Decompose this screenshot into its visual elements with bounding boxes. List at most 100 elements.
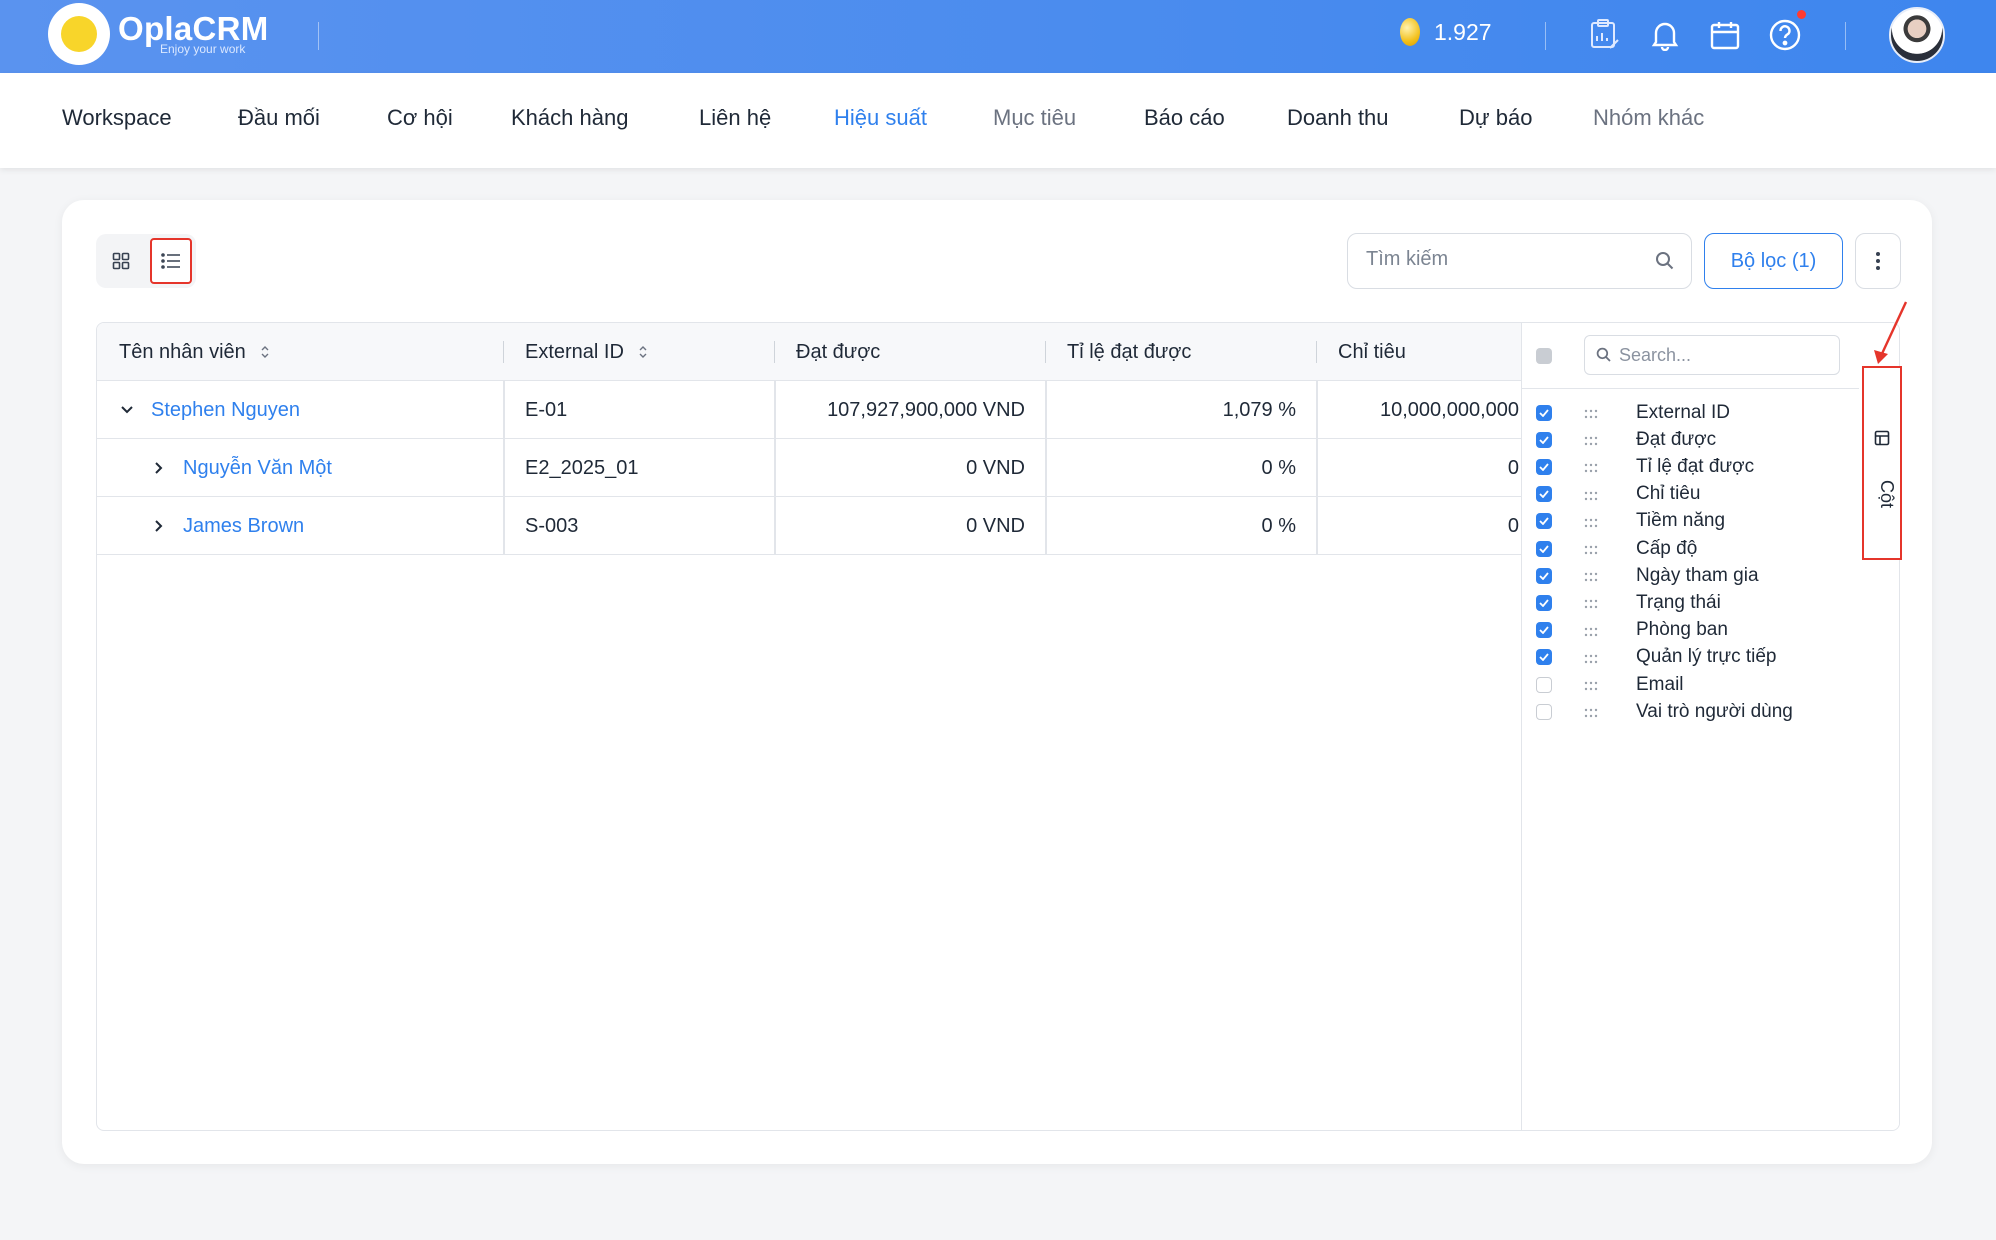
- employee-name-link[interactable]: James Brown: [183, 515, 304, 538]
- nav-bao-cao[interactable]: Báo cáo: [1144, 105, 1225, 131]
- search-icon: [1596, 347, 1612, 368]
- nav-nhom-khac[interactable]: Nhóm khác: [1593, 105, 1704, 131]
- drag-handle-icon[interactable]: [1584, 433, 1598, 451]
- col-header-employee-name[interactable]: Tên nhân viên: [97, 323, 503, 381]
- avatar[interactable]: [1889, 7, 1945, 63]
- column-toggle-item[interactable]: Trạng thái: [1522, 589, 1860, 616]
- drag-handle-icon[interactable]: [1584, 624, 1598, 642]
- clipboard-chart-icon[interactable]: [1585, 15, 1625, 55]
- column-toggle-item[interactable]: Vai trò người dùng: [1522, 698, 1860, 725]
- divider: [318, 22, 319, 50]
- column-toggle-item[interactable]: Tỉ lệ đạt được: [1522, 453, 1860, 480]
- drag-handle-icon[interactable]: [1584, 651, 1598, 669]
- employee-name-cell: Nguyễn Văn Một: [149, 439, 332, 497]
- drag-handle-icon[interactable]: [1584, 569, 1598, 587]
- filter-button[interactable]: Bộ lọc (1): [1704, 233, 1843, 289]
- employee-name-cell: Stephen Nguyen: [117, 381, 300, 439]
- list-icon: [161, 253, 180, 269]
- sort-icon[interactable]: [260, 344, 270, 360]
- checkbox-checked[interactable]: [1536, 431, 1552, 448]
- column-toggle-item[interactable]: Phòng ban: [1522, 617, 1860, 644]
- nav-du-bao[interactable]: Dự báo: [1459, 105, 1532, 131]
- nav-muc-tieu[interactable]: Mục tiêu: [993, 105, 1076, 131]
- main-nav: Workspace Đầu mối Cơ hội Khách hàng Liên…: [0, 73, 1996, 168]
- columns-tab[interactable]: Cột: [1862, 366, 1902, 560]
- checkbox-checked[interactable]: [1536, 594, 1552, 611]
- drag-handle-icon[interactable]: [1584, 542, 1598, 560]
- search-input[interactable]: [1366, 248, 1646, 271]
- column-toggle-item[interactable]: Đạt được: [1522, 426, 1860, 453]
- checkbox-unchecked[interactable]: [1536, 676, 1552, 693]
- columns-search-input[interactable]: [1619, 345, 1829, 366]
- employee-name-link[interactable]: Nguyễn Văn Một: [183, 457, 332, 480]
- checkbox-checked[interactable]: [1536, 540, 1552, 557]
- column-toggle-item[interactable]: Ngày tham gia: [1522, 562, 1860, 589]
- column-toggle-item[interactable]: Tiềm năng: [1522, 508, 1860, 535]
- table-row[interactable]: Stephen Nguyen E-01 107,927,900,000 VND …: [97, 381, 1521, 439]
- list-view-button[interactable]: [150, 238, 192, 284]
- nav-lien-he[interactable]: Liên hệ: [699, 105, 771, 131]
- chevron-down-icon[interactable]: [117, 406, 137, 414]
- checkbox-checked[interactable]: [1536, 649, 1552, 666]
- notification-dot: [1797, 10, 1806, 19]
- coin-balance[interactable]: 1.927: [1400, 18, 1492, 46]
- nav-dau-moi[interactable]: Đầu mối: [238, 105, 320, 131]
- nav-hieu-suat[interactable]: Hiệu suất: [834, 105, 927, 131]
- checkbox-checked[interactable]: [1536, 486, 1552, 503]
- select-all-checkbox[interactable]: [1536, 348, 1552, 364]
- external-id-cell: S-003: [525, 514, 579, 537]
- columns-tab-label: Cột: [1877, 480, 1897, 509]
- column-toggle-item[interactable]: External ID: [1522, 399, 1860, 426]
- drag-handle-icon[interactable]: [1584, 460, 1598, 478]
- more-options-button[interactable]: [1855, 233, 1901, 289]
- col-header-external-id[interactable]: External ID: [503, 323, 774, 381]
- nav-workspace[interactable]: Workspace: [62, 105, 172, 131]
- view-toggle: [96, 234, 196, 288]
- sort-icon[interactable]: [638, 344, 648, 360]
- column-toggle-item[interactable]: Cấp độ: [1522, 535, 1860, 562]
- col-header-target[interactable]: Chỉ tiêu: [1316, 323, 1521, 381]
- target-cell: 10,000,000,000: [1379, 398, 1519, 421]
- help-icon[interactable]: [1765, 15, 1805, 55]
- achieved-cell: 0 VND: [966, 514, 1025, 537]
- column-toggle-item[interactable]: Quản lý trực tiếp: [1522, 644, 1860, 671]
- column-toggle-item[interactable]: Email: [1522, 671, 1860, 698]
- calendar-icon[interactable]: [1705, 15, 1745, 55]
- table-row[interactable]: James Brown S-003 0 VND 0 % 0: [97, 497, 1521, 555]
- column-toggle-item[interactable]: Chỉ tiêu: [1522, 481, 1860, 508]
- external-id-cell: E2_2025_01: [525, 456, 639, 479]
- drag-handle-icon[interactable]: [1584, 488, 1598, 506]
- nav-doanh-thu[interactable]: Doanh thu: [1287, 105, 1389, 131]
- nav-khach-hang[interactable]: Khách hàng: [511, 105, 628, 131]
- checkbox-unchecked[interactable]: [1536, 703, 1552, 720]
- chevron-right-icon[interactable]: [149, 462, 169, 474]
- col-header-rate[interactable]: Tỉ lệ đạt được: [1045, 323, 1316, 381]
- logo[interactable]: OplaCRM Enjoy your work: [48, 3, 269, 65]
- drag-handle-icon[interactable]: [1584, 406, 1598, 424]
- drag-handle-icon[interactable]: [1584, 678, 1598, 696]
- drag-handle-icon[interactable]: [1584, 515, 1598, 533]
- kebab-icon: [1876, 252, 1880, 270]
- external-id-cell: E-01: [525, 398, 568, 421]
- checkbox-checked[interactable]: [1536, 567, 1552, 584]
- table-row[interactable]: Nguyễn Văn Một E2_2025_01 0 VND 0 % 0: [97, 439, 1521, 497]
- grid-view-button[interactable]: [100, 238, 142, 284]
- employee-name-link[interactable]: Stephen Nguyen: [151, 399, 300, 422]
- checkbox-checked[interactable]: [1536, 513, 1552, 530]
- search-box: [1347, 233, 1692, 289]
- top-bar: OplaCRM Enjoy your work 1.927: [0, 0, 1996, 73]
- grid-icon: [112, 252, 130, 270]
- col-header-achieved[interactable]: Đạt được: [774, 323, 1045, 381]
- nav-co-hoi[interactable]: Cơ hội: [387, 105, 453, 131]
- checkbox-checked[interactable]: [1536, 458, 1552, 475]
- column-toggle-label: Chỉ tiêu: [1636, 483, 1701, 505]
- rate-cell: 0 %: [1261, 514, 1296, 537]
- drag-handle-icon[interactable]: [1584, 705, 1598, 723]
- chevron-right-icon[interactable]: [149, 520, 169, 532]
- checkbox-checked[interactable]: [1536, 622, 1552, 639]
- checkbox-checked[interactable]: [1536, 404, 1552, 421]
- drag-handle-icon[interactable]: [1584, 596, 1598, 614]
- bell-icon[interactable]: [1645, 15, 1685, 55]
- achieved-cell: 0 VND: [966, 456, 1025, 479]
- search-icon[interactable]: [1655, 251, 1675, 276]
